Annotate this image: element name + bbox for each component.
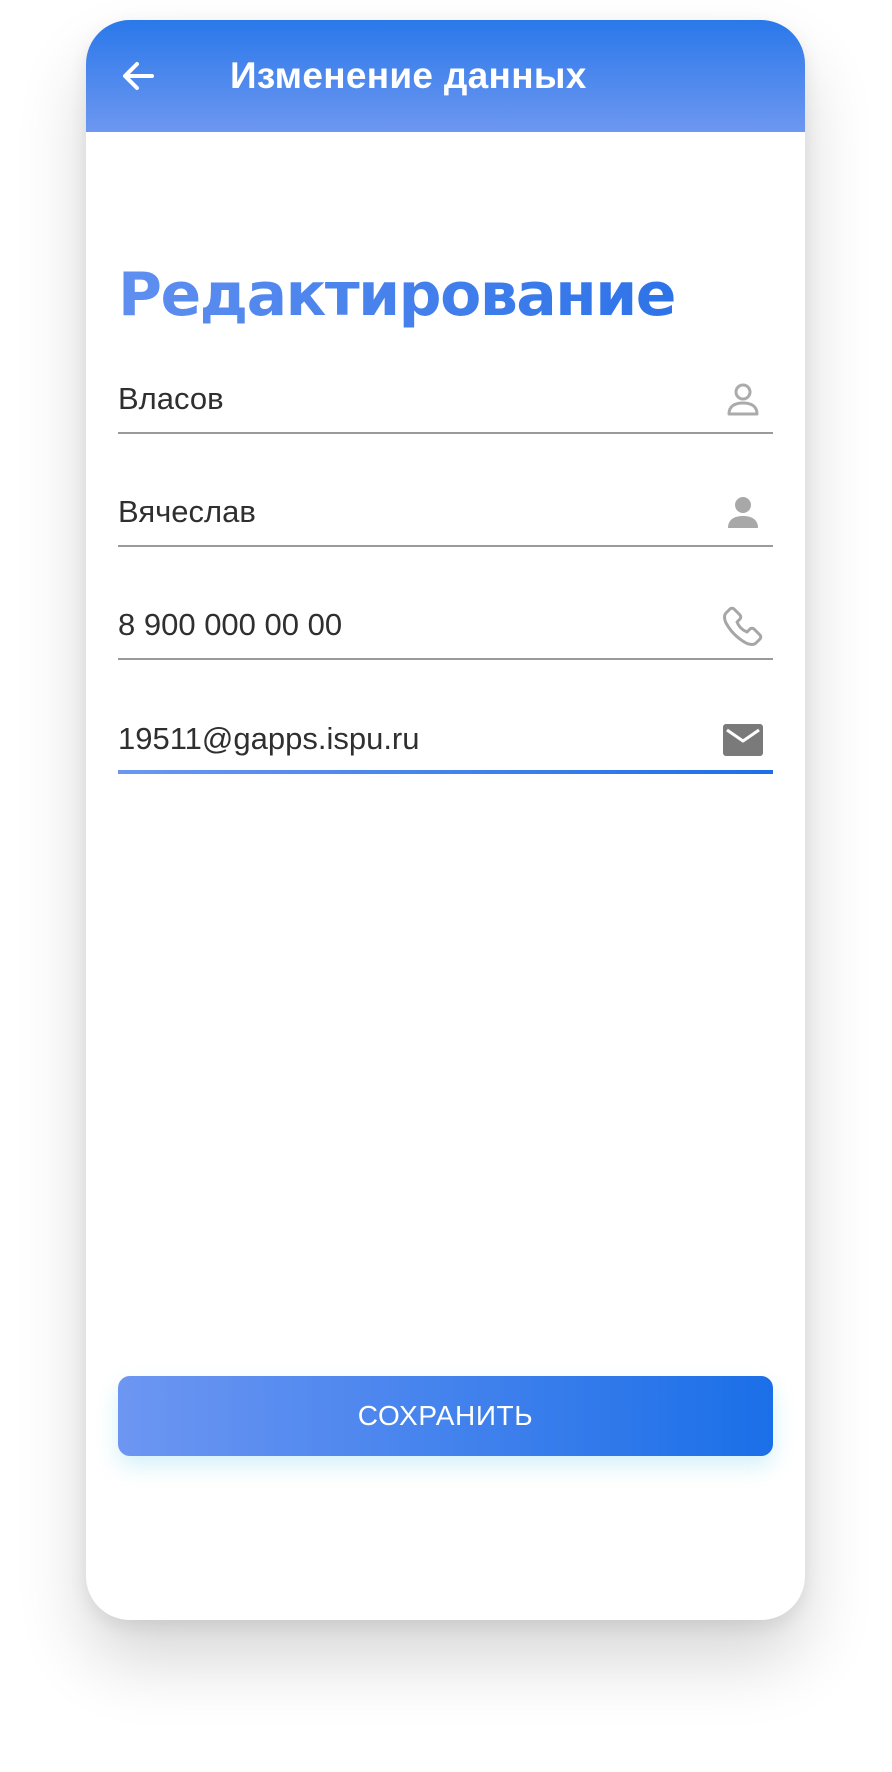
phone-field xyxy=(118,594,773,660)
first-name-input[interactable] xyxy=(118,481,698,543)
email-field xyxy=(118,708,773,774)
email-underline xyxy=(118,770,773,774)
last-name-underline xyxy=(118,432,773,434)
first-name-underline xyxy=(118,545,773,547)
last-name-field xyxy=(118,368,773,434)
email-input[interactable] xyxy=(118,708,698,770)
person-outline-icon xyxy=(721,378,765,422)
app-bar-title: Изменение данных xyxy=(230,55,587,96)
arrow-left-icon xyxy=(123,62,154,90)
mail-icon xyxy=(721,718,765,762)
phone-icon xyxy=(721,604,765,648)
first-name-field xyxy=(118,481,773,547)
person-filled-icon xyxy=(721,491,765,535)
phone-input[interactable] xyxy=(118,594,698,656)
page-heading: Редактирование xyxy=(118,260,676,330)
phone-frame: Изменение данных Редактирование Власов В… xyxy=(86,20,805,1620)
app-bar: Изменение данных xyxy=(86,20,805,132)
screen: Изменение данных Редактирование Власов В… xyxy=(0,0,892,1772)
back-button[interactable] xyxy=(114,52,162,100)
save-button[interactable]: СОХРАНИТЬ xyxy=(118,1376,773,1456)
last-name-input[interactable] xyxy=(118,368,698,430)
phone-underline xyxy=(118,658,773,660)
